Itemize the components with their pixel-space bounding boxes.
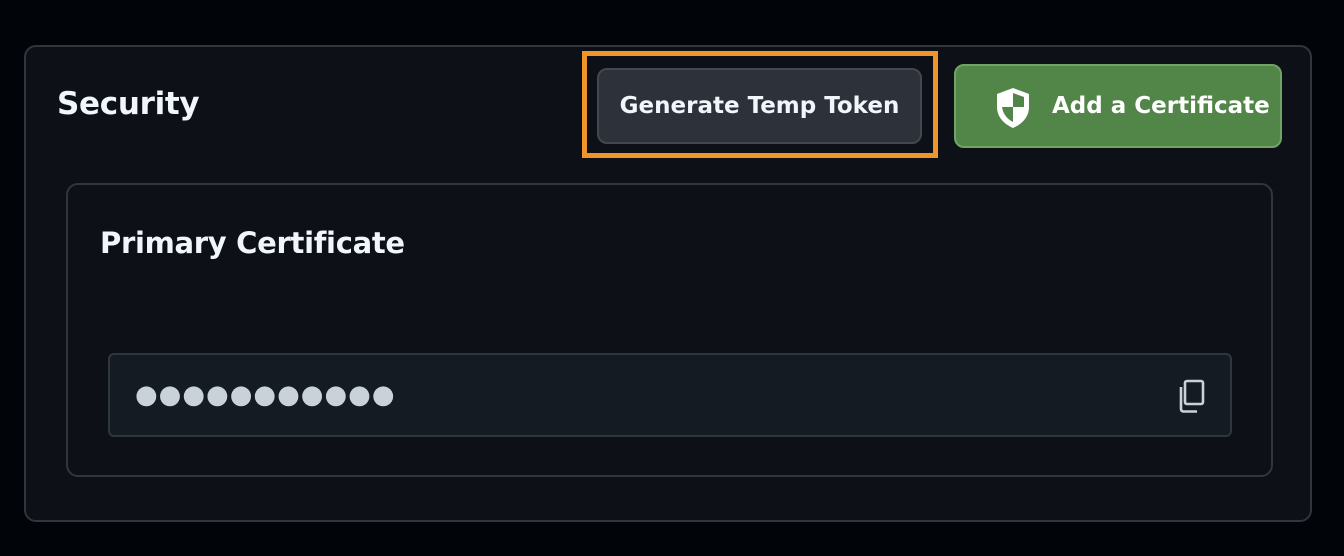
section-title: Security bbox=[57, 86, 200, 122]
shield-icon bbox=[993, 86, 1033, 130]
generate-temp-token-button[interactable]: Generate Temp Token bbox=[597, 68, 922, 144]
certificate-secret-field[interactable]: ●●●●●●●●●●● bbox=[108, 353, 1232, 437]
masked-certificate-value: ●●●●●●●●●●● bbox=[135, 380, 396, 410]
add-certificate-button[interactable]: Add a Certificate bbox=[954, 64, 1282, 148]
add-certificate-label: Add a Certificate bbox=[1052, 93, 1270, 119]
copy-icon[interactable] bbox=[1176, 378, 1206, 414]
primary-certificate-card: Primary Certificate ●●●●●●●●●●● bbox=[66, 183, 1273, 477]
card-title: Primary Certificate bbox=[100, 226, 405, 260]
security-panel: Security Generate Temp Token Add a Certi… bbox=[24, 45, 1312, 522]
